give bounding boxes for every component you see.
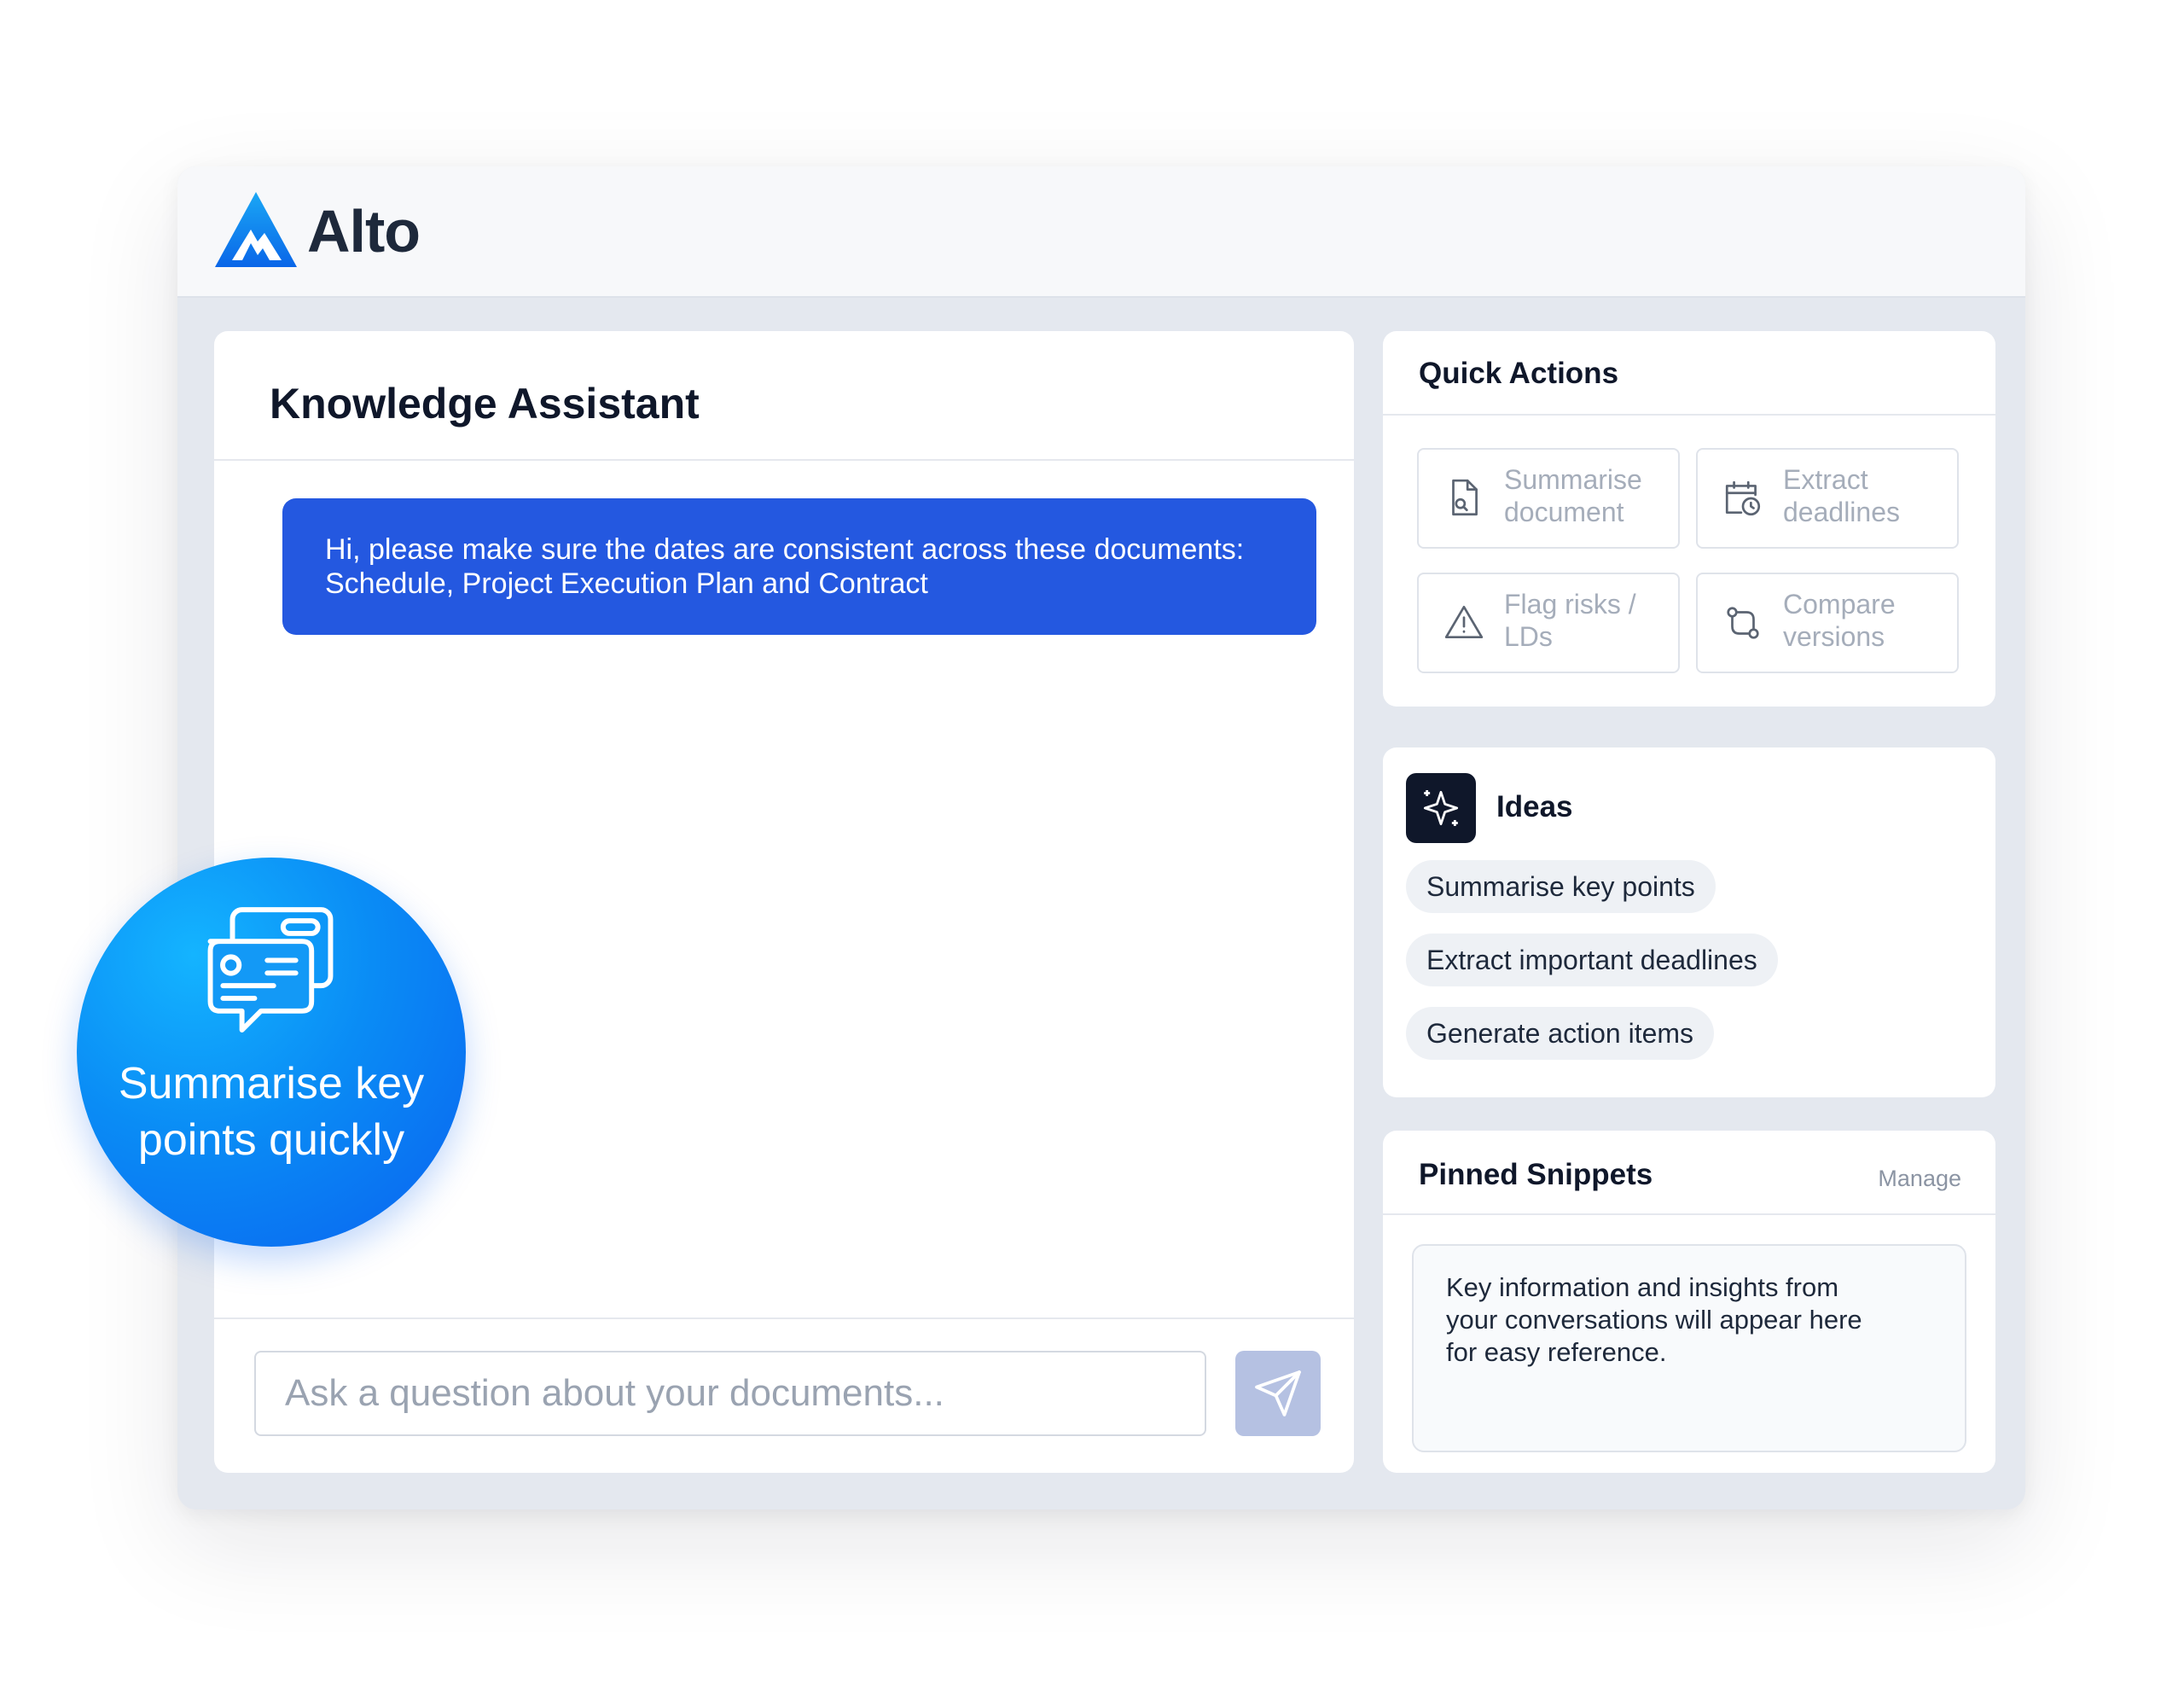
label-line: Flag risks / — [1504, 589, 1636, 619]
ideas-icon-tile — [1406, 773, 1476, 843]
action-label: Compare versions — [1783, 588, 1945, 653]
label-line: Summarise — [1504, 464, 1642, 495]
app-name: Alto — [307, 198, 421, 265]
divider — [1383, 1213, 1995, 1215]
send-icon — [1255, 1370, 1301, 1416]
user-message-bubble: Hi, please make sure the dates are consi… — [282, 498, 1316, 635]
page-title: Knowledge Assistant — [270, 380, 700, 428]
caption-line: points quickly — [137, 1115, 405, 1165]
idea-chip[interactable]: Extract important deadlines — [1406, 934, 1778, 986]
app-window: Alto Knowledge Assistant Hi, please make… — [177, 166, 2025, 1509]
label-line: Extract — [1783, 464, 1868, 495]
pinned-empty-state: Key information and insights from your c… — [1412, 1244, 1966, 1452]
question-input[interactable] — [254, 1351, 1206, 1436]
document-search-icon — [1452, 479, 1478, 516]
empty-line: for easy reference. — [1446, 1337, 1667, 1367]
manage-link[interactable]: Manage — [1878, 1163, 1961, 1194]
panel-title: Pinned Snippets — [1419, 1158, 1653, 1191]
divider — [214, 459, 1354, 461]
warning-icon — [1444, 605, 1484, 639]
label-line: deadlines — [1783, 497, 1900, 527]
label-line: document — [1504, 497, 1624, 527]
action-label: Flag risks / LDs — [1504, 588, 1666, 653]
compare-versions-button[interactable]: Compare versions — [1696, 573, 1959, 673]
sparkle-icon — [1423, 790, 1459, 826]
action-label: Extract deadlines — [1783, 463, 1945, 528]
message-line: Schedule, Project Execution Plan and Con… — [325, 567, 928, 600]
feature-badge: Summarise key points quickly — [77, 858, 466, 1247]
idea-chip[interactable]: Generate action items — [1406, 1007, 1715, 1060]
empty-line: your conversations will appear here — [1446, 1305, 1862, 1335]
flag-risks-button[interactable]: Flag risks / LDs — [1417, 573, 1680, 673]
panel-title: Ideas — [1496, 790, 1573, 823]
calendar-clock-icon — [1725, 480, 1761, 516]
extract-deadlines-button[interactable]: Extract deadlines — [1696, 448, 1959, 549]
badge-caption: Summarise key points quickly — [77, 1056, 466, 1168]
label-line: versions — [1783, 621, 1885, 652]
send-button[interactable] — [1235, 1351, 1321, 1436]
compare-icon — [1727, 607, 1759, 639]
top-bar: Alto — [177, 166, 2025, 298]
message-line: Hi, please make sure the dates are consi… — [325, 533, 1245, 566]
action-label: Summarise document — [1504, 463, 1666, 528]
alto-logo-icon — [215, 192, 297, 267]
idea-chip[interactable]: Summarise key points — [1406, 860, 1716, 913]
label-line: LDs — [1504, 621, 1553, 652]
chat-cards-icon — [207, 907, 334, 1033]
summarise-document-button[interactable]: Summarise document — [1417, 448, 1680, 549]
empty-line: Key information and insights from — [1446, 1272, 1839, 1302]
panel-title: Quick Actions — [1419, 357, 1619, 390]
ideas-panel: Ideas Summarise key points Extract impor… — [1383, 747, 1995, 1097]
caption-line: Summarise key — [118, 1059, 425, 1108]
quick-actions-panel: Quick Actions Summarise document Extract… — [1383, 331, 1995, 707]
divider — [214, 1317, 1354, 1319]
pinned-snippets-panel: Pinned Snippets Manage Key information a… — [1383, 1131, 1995, 1473]
label-line: Compare — [1783, 589, 1896, 619]
divider — [1383, 414, 1995, 416]
